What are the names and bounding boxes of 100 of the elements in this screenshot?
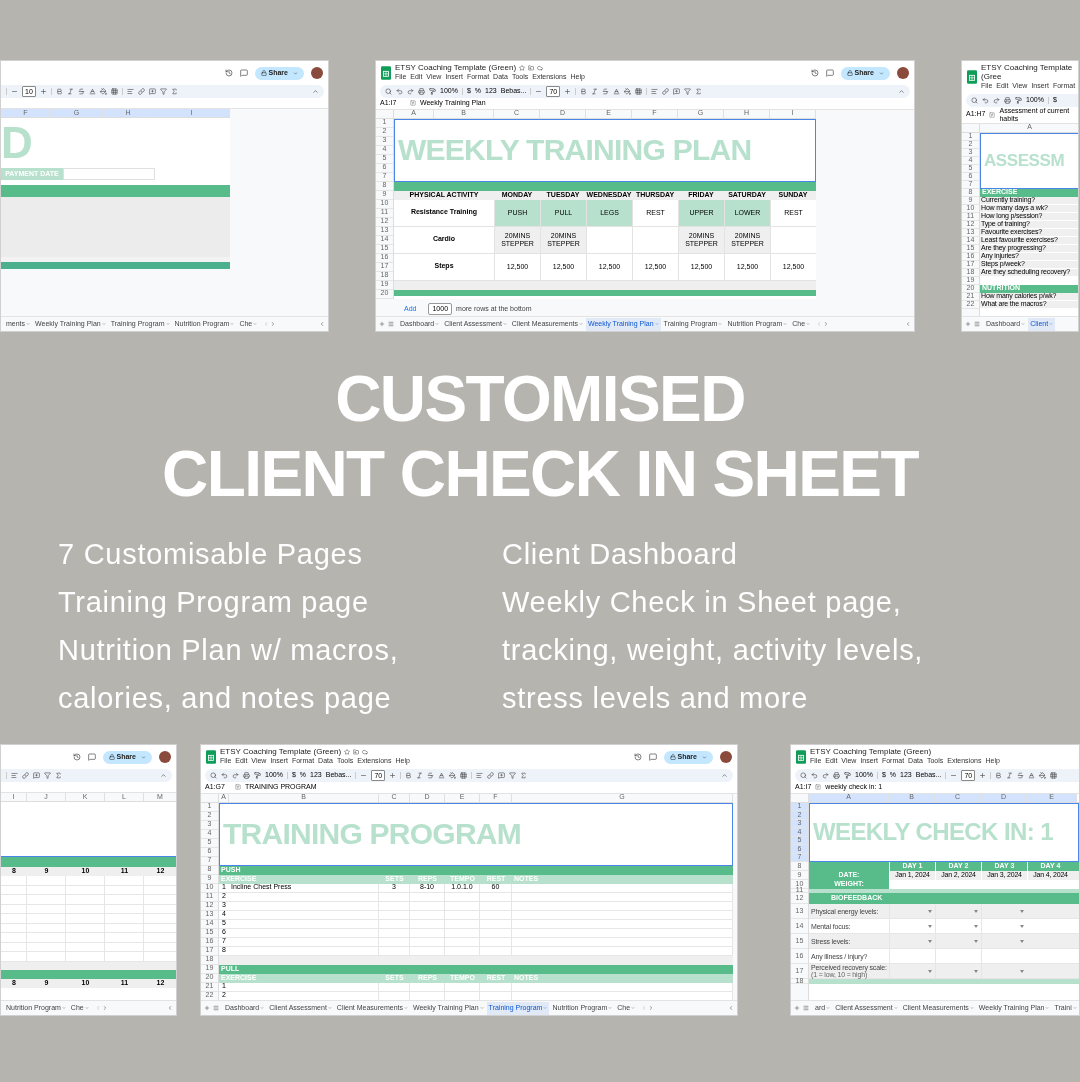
- search-icon[interactable]: [800, 772, 807, 779]
- text-color-icon[interactable]: [613, 88, 621, 95]
- bold-icon[interactable]: [405, 772, 413, 779]
- folder-icon[interactable]: [528, 64, 535, 71]
- scroll-right-icon[interactable]: [823, 321, 830, 327]
- comment-icon[interactable]: [825, 69, 834, 77]
- fill-color-icon[interactable]: [624, 88, 632, 95]
- scroll-right-icon[interactable]: [648, 1005, 655, 1011]
- link-icon[interactable]: [662, 88, 670, 95]
- add-sheet-icon[interactable]: [965, 321, 971, 327]
- add-comment-icon[interactable]: [498, 772, 506, 779]
- fill-color-icon[interactable]: [99, 88, 107, 95]
- filter-icon[interactable]: [159, 88, 167, 95]
- redo-icon[interactable]: [993, 96, 1000, 104]
- dropdown-arrow-icon[interactable]: [974, 969, 978, 973]
- dropdown-arrow-icon[interactable]: [974, 939, 978, 943]
- redo-icon[interactable]: [407, 88, 414, 95]
- strikethrough-icon[interactable]: [1017, 772, 1025, 779]
- align-icon[interactable]: [651, 88, 659, 95]
- collapse-side-icon[interactable]: [319, 321, 325, 327]
- collapse-icon[interactable]: [721, 772, 728, 779]
- dropdown-arrow-icon[interactable]: [974, 924, 978, 928]
- align-icon[interactable]: [11, 772, 18, 779]
- undo-icon[interactable]: [982, 96, 989, 104]
- increase-size-icon[interactable]: [39, 88, 47, 95]
- history-icon[interactable]: [72, 753, 81, 761]
- scroll-right-icon[interactable]: [101, 1005, 108, 1011]
- text-color-icon[interactable]: [438, 772, 446, 779]
- filter-icon[interactable]: [509, 772, 517, 779]
- text-color-icon[interactable]: [1028, 772, 1036, 779]
- link-icon[interactable]: [137, 88, 145, 95]
- paint-format-icon[interactable]: [254, 772, 261, 779]
- collapse-side-icon[interactable]: [905, 321, 911, 327]
- align-icon[interactable]: [476, 772, 484, 779]
- paint-format-icon[interactable]: [844, 772, 851, 779]
- history-icon[interactable]: [810, 69, 819, 77]
- comment-icon[interactable]: [648, 753, 657, 761]
- collapse-icon[interactable]: [160, 772, 167, 779]
- align-icon[interactable]: [126, 88, 134, 95]
- cloud-icon[interactable]: [362, 748, 369, 755]
- spreadsheet-logo-icon[interactable]: [206, 750, 216, 764]
- increase-size-icon[interactable]: [389, 772, 397, 779]
- cloud-icon[interactable]: [537, 64, 544, 71]
- italic-icon[interactable]: [1006, 772, 1014, 779]
- borders-icon[interactable]: [110, 88, 118, 95]
- fill-color-icon[interactable]: [449, 772, 457, 779]
- borders-icon[interactable]: [460, 772, 468, 779]
- avatar[interactable]: [159, 751, 171, 763]
- dropdown-arrow-icon[interactable]: [928, 909, 932, 913]
- sum-icon[interactable]: [55, 772, 62, 779]
- borders-icon[interactable]: [635, 88, 643, 95]
- print-icon[interactable]: [1004, 96, 1011, 104]
- bold-icon[interactable]: [580, 88, 588, 95]
- link-icon[interactable]: [22, 772, 29, 779]
- dropdown-arrow-icon[interactable]: [928, 939, 932, 943]
- add-comment-icon[interactable]: [33, 772, 40, 779]
- all-sheets-icon[interactable]: [803, 1005, 809, 1011]
- collapse-side-icon[interactable]: [167, 1005, 173, 1011]
- folder-icon[interactable]: [353, 748, 360, 755]
- sum-icon[interactable]: [520, 772, 528, 779]
- search-icon[interactable]: [385, 88, 392, 95]
- sum-icon[interactable]: [170, 88, 178, 95]
- strikethrough-icon[interactable]: [427, 772, 435, 779]
- undo-icon[interactable]: [811, 772, 818, 779]
- collapse-icon[interactable]: [898, 88, 905, 95]
- decrease-size-icon[interactable]: [360, 772, 368, 779]
- comment-icon[interactable]: [239, 69, 248, 77]
- add-sheet-icon[interactable]: [794, 1005, 800, 1011]
- star-icon[interactable]: [344, 748, 351, 755]
- print-icon[interactable]: [418, 88, 425, 95]
- borders-icon[interactable]: [1050, 772, 1058, 779]
- history-icon[interactable]: [633, 753, 642, 761]
- increase-size-icon[interactable]: [564, 88, 572, 95]
- dropdown-arrow-icon[interactable]: [1020, 969, 1024, 973]
- avatar[interactable]: [311, 67, 323, 79]
- paint-format-icon[interactable]: [429, 88, 436, 95]
- scroll-right-icon[interactable]: [270, 321, 277, 327]
- bold-icon[interactable]: [55, 88, 63, 95]
- dropdown-arrow-icon[interactable]: [928, 924, 932, 928]
- add-comment-icon[interactable]: [673, 88, 681, 95]
- all-sheets-icon[interactable]: [974, 321, 980, 327]
- spreadsheet-logo-icon[interactable]: [796, 750, 806, 764]
- collapse-icon[interactable]: [312, 88, 319, 95]
- comment-icon[interactable]: [87, 753, 96, 761]
- text-color-icon[interactable]: [88, 88, 96, 95]
- italic-icon[interactable]: [591, 88, 599, 95]
- sum-icon[interactable]: [695, 88, 703, 95]
- star-icon[interactable]: [519, 64, 526, 71]
- fill-color-icon[interactable]: [1039, 772, 1047, 779]
- history-icon[interactable]: [224, 69, 233, 77]
- add-sheet-icon[interactable]: [204, 1005, 210, 1011]
- italic-icon[interactable]: [66, 88, 74, 95]
- bold-icon[interactable]: [995, 772, 1003, 779]
- all-sheets-icon[interactable]: [213, 1005, 219, 1011]
- dropdown-arrow-icon[interactable]: [1020, 924, 1024, 928]
- spreadsheet-logo-icon[interactable]: [967, 70, 977, 85]
- spreadsheet-logo-icon[interactable]: [381, 66, 391, 80]
- all-sheets-icon[interactable]: [388, 321, 394, 327]
- link-icon[interactable]: [487, 772, 495, 779]
- avatar[interactable]: [720, 751, 732, 763]
